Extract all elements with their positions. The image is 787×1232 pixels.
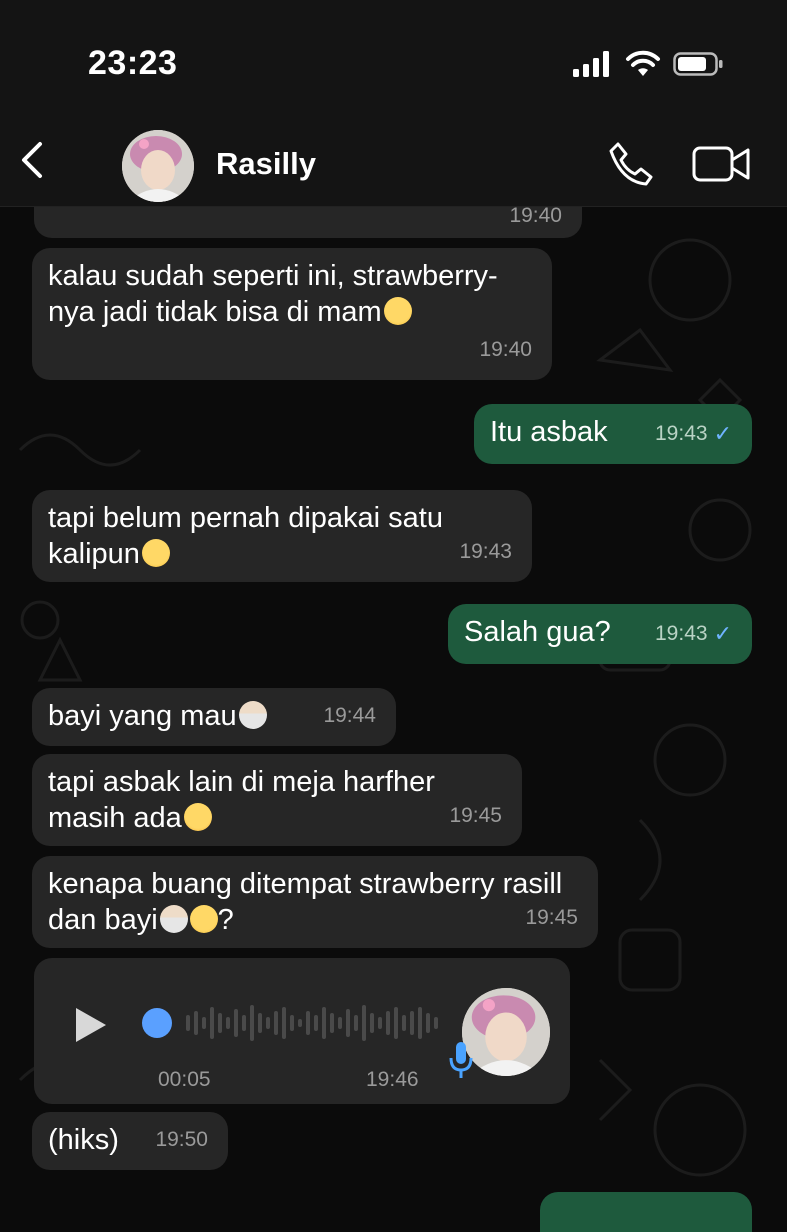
- pleading-face-icon: [383, 297, 412, 325]
- message-bubble-incoming[interactable]: tapi asbak lain di meja harfher masih ad…: [32, 754, 522, 846]
- message-bubble-outgoing[interactable]: Itu asbak 19:43 ✓: [474, 404, 752, 464]
- message-text: (hiks): [48, 1124, 119, 1156]
- message-time: 19:43: [459, 540, 512, 563]
- message-time: 19:45: [525, 906, 578, 929]
- play-button[interactable]: [76, 1008, 106, 1042]
- contact-name[interactable]: Rasilly: [216, 146, 316, 182]
- status-icons: [573, 50, 725, 78]
- message-time: 19:43 ✓: [655, 616, 732, 652]
- message-time: 19:44: [323, 704, 376, 727]
- sender-avatar: [462, 988, 550, 1076]
- message-text: kalau sudah seperti ini, strawberry-nya …: [48, 260, 498, 328]
- message-bubble-incoming[interactable]: bayi yang mau 19:44: [32, 688, 396, 746]
- message-bubble-incoming[interactable]: kalau sudah seperti ini, strawberry-nya …: [32, 248, 552, 380]
- sender-photo: [462, 988, 550, 1076]
- message-bubble-incoming[interactable]: kenapa buang ditempat strawberry rasill …: [32, 856, 598, 948]
- back-button[interactable]: [14, 140, 54, 180]
- wifi-icon: [626, 50, 660, 76]
- voice-call-button[interactable]: [606, 140, 654, 188]
- message-text: Salah gua?: [464, 616, 611, 648]
- person-emoji-icon: [159, 905, 188, 933]
- message-list[interactable]: 19:40 kalau sudah seperti ini, strawberr…: [0, 176, 787, 1232]
- confounded-face-icon: [183, 803, 212, 831]
- microphone-icon: [449, 1042, 473, 1078]
- message-bubble-outgoing[interactable]: [540, 1192, 752, 1232]
- message-text: bayi yang mau: [48, 700, 237, 732]
- message-bubble-outgoing[interactable]: Salah gua? 19:43 ✓: [448, 604, 752, 664]
- message-bubble-incoming[interactable]: tapi belum pernah dipakai satu kalipun 1…: [32, 490, 532, 582]
- cellular-signal-icon: [573, 51, 609, 77]
- pleading-face-icon: [141, 539, 170, 567]
- sent-check-icon: ✓: [713, 621, 732, 646]
- contact-photo: [122, 130, 194, 202]
- status-time: 23:23: [88, 44, 178, 82]
- battery-icon: [673, 52, 723, 76]
- message-text: Itu asbak: [490, 416, 608, 448]
- sent-check-icon: ✓: [713, 421, 732, 446]
- message-text-suffix: ?: [217, 904, 234, 936]
- status-bar: 23:23: [0, 0, 787, 110]
- pleading-face-icon: [189, 905, 218, 933]
- message-text: tapi belum pernah dipakai satu kalipun: [48, 502, 443, 570]
- video-call-button[interactable]: [692, 144, 750, 184]
- message-time: 19:43 ✓: [655, 416, 732, 452]
- message-time: 19:45: [449, 804, 502, 827]
- message-time: 19:40: [479, 338, 532, 361]
- message-time: 19:50: [155, 1128, 208, 1151]
- person-emoji-icon: [238, 701, 267, 729]
- message-time: 19:46: [366, 1068, 419, 1091]
- contact-avatar[interactable]: [122, 130, 194, 202]
- waveform: [186, 1005, 438, 1041]
- voice-duration: 00:05: [158, 1068, 211, 1091]
- voice-message[interactable]: 00:05 19:46: [34, 958, 570, 1104]
- message-text: kenapa buang ditempat strawberry rasill …: [48, 868, 563, 936]
- message-text: tapi asbak lain di meja harfher masih ad…: [48, 766, 435, 834]
- chat-header: Rasilly: [0, 110, 787, 207]
- message-bubble-incoming[interactable]: (hiks) 19:50: [32, 1112, 228, 1170]
- playback-scrubber[interactable]: [142, 1008, 172, 1038]
